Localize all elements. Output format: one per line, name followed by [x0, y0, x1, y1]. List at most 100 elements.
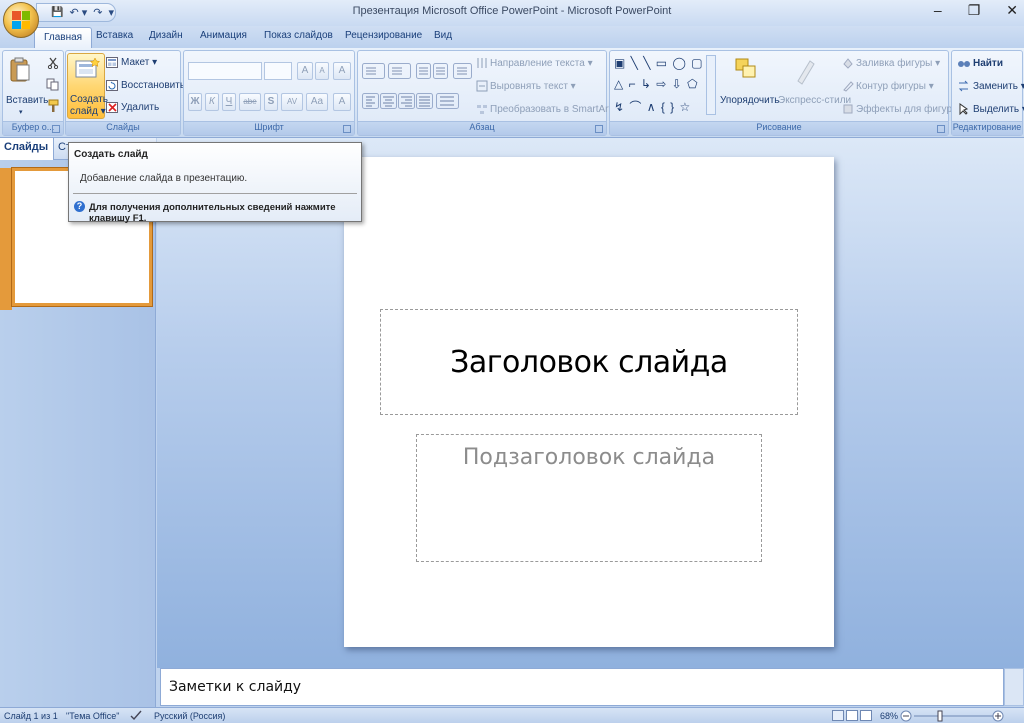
theme-status: "Тема Office"	[66, 711, 120, 721]
tab-review[interactable]: Рецензирование	[345, 30, 422, 41]
find-icon	[958, 61, 970, 67]
tooltip-divider	[73, 193, 357, 194]
shrink-font-button[interactable]: A	[315, 62, 329, 80]
align-text-icon	[476, 80, 488, 92]
paste-label[interactable]: Вставить	[6, 95, 48, 106]
tab-insert[interactable]: Вставка	[96, 30, 133, 41]
tab-slides[interactable]: Слайды	[4, 141, 48, 153]
paragraph-launcher-icon[interactable]	[595, 125, 603, 133]
select-button[interactable]: Выделить ▾	[973, 104, 1024, 115]
view-buttons-icon[interactable]	[832, 710, 872, 721]
paste-icon[interactable]	[9, 57, 31, 83]
shapes-row3[interactable]: ↯ ⌒ ∧ { } ☆	[614, 98, 691, 115]
layout-button[interactable]: Макет ▾	[121, 57, 157, 68]
italic-button[interactable]: К	[205, 93, 219, 111]
underline-button[interactable]: Ч	[222, 93, 236, 111]
quick-styles-icon	[797, 60, 815, 85]
notes-placeholder: Заметки к слайду	[169, 679, 302, 695]
shape-effects-button[interactable]: Эффекты для фигур ▾	[856, 104, 960, 115]
format-painter-icon[interactable]	[46, 99, 60, 113]
alignment-buttons-icon[interactable]	[362, 93, 472, 109]
title-bar: 💾 ↶ ▾ ↷ ▾ Презентация Microsoft Office P…	[0, 0, 1024, 38]
editing-group: Найти Заменить ▾ Выделить ▾ Редактирован…	[951, 50, 1024, 136]
convert-smartart-button[interactable]: Преобразовать в SmartArt ▾	[490, 104, 619, 115]
text-direction-button[interactable]: Направление текста ▾	[490, 58, 593, 69]
notes-pane[interactable]: Заметки к слайду	[160, 668, 1004, 706]
status-bar: Слайд 1 из 1 "Тема Office" Русский (Росс…	[0, 707, 1024, 723]
align-text-button[interactable]: Выровнять текст ▾	[490, 81, 576, 92]
tab-view[interactable]: Вид	[434, 30, 452, 41]
paste-dropdown-icon[interactable]: ▾	[19, 108, 23, 116]
tab-home[interactable]: Главная	[34, 27, 93, 49]
font-size-input[interactable]	[264, 62, 292, 80]
new-slide-icon	[75, 58, 100, 78]
font-name-input[interactable]	[188, 62, 262, 80]
font-launcher-icon[interactable]	[343, 125, 351, 133]
char-spacing-button[interactable]: AV	[281, 93, 303, 111]
clipboard-launcher-icon[interactable]	[52, 125, 60, 133]
office-logo-icon	[12, 11, 30, 29]
paragraph-group: Направление текста ▾ Выровнять текст ▾ П…	[357, 50, 619, 136]
restore-button[interactable]: ❐	[968, 2, 981, 19]
list-buttons-icon[interactable]	[362, 63, 472, 79]
ribbon: Вставить ▾ Буфер о... Создать слайд ▾ Ма…	[0, 48, 1024, 138]
delete-button[interactable]: Удалить	[121, 102, 159, 113]
slides-group: Создать слайд ▾ Макет ▾ Восстановить Уда…	[65, 50, 185, 136]
shapes-row2[interactable]: △ ⌐ ↳ ⇨ ⇩ ⬠	[614, 77, 699, 91]
zoom-slider[interactable]	[900, 710, 1004, 722]
minimize-button[interactable]: –	[934, 2, 942, 19]
shape-fill-button[interactable]: Заливка фигуры ▾	[856, 58, 940, 69]
tooltip-title: Создать слайд	[74, 149, 148, 160]
smartart-icon	[477, 105, 487, 114]
quick-styles-button[interactable]: Экспресс-стили	[778, 95, 851, 106]
window-controls: – ❐ ✕	[934, 2, 1018, 19]
slide-canvas[interactable]: Заголовок слайда Подзаголовок слайда	[344, 157, 834, 647]
strikethrough-button[interactable]: abe	[239, 93, 261, 111]
zoom-level[interactable]: 68%	[880, 711, 898, 721]
close-button[interactable]: ✕	[1006, 2, 1018, 19]
new-slide-button[interactable]: Создать слайд ▾	[67, 53, 108, 119]
font-group: A A A Ж К Ч abe S AV Aa A Шрифт	[183, 50, 355, 136]
bold-button[interactable]: Ж	[188, 93, 202, 111]
tooltip-help-text: Для получения дополнительных сведений на…	[89, 202, 336, 224]
drawing-group: ▣ ╲ ╲ ▭ ◯ ▢ △ ⌐ ↳ ⇨ ⇩ ⬠ ↯ ⌒ ∧ { } ☆ Упор…	[609, 50, 960, 136]
reset-slide-icon[interactable]	[106, 80, 118, 91]
office-button[interactable]	[3, 2, 39, 38]
shape-outline-button[interactable]: Контур фигуры ▾	[856, 81, 934, 92]
language-status[interactable]: Русский (Россия)	[154, 711, 225, 721]
shape-fill-icon	[843, 58, 853, 69]
shadow-button[interactable]: S	[264, 93, 278, 111]
drawing-launcher-icon[interactable]	[937, 125, 945, 133]
change-case-button[interactable]: Aa	[306, 93, 328, 111]
help-icon: ?	[74, 201, 85, 212]
replace-icon	[958, 80, 969, 92]
layout-icon[interactable]	[106, 57, 118, 68]
find-button[interactable]: Найти	[973, 58, 1003, 69]
subtitle-placeholder[interactable]: Подзаголовок слайда	[416, 434, 762, 562]
copy-icon[interactable]	[46, 78, 59, 91]
notes-scrollbar[interactable]	[1004, 668, 1024, 706]
spell-check-icon[interactable]	[130, 710, 142, 721]
font-color-button[interactable]: A	[333, 93, 351, 111]
arrange-button[interactable]: Упорядочить	[720, 95, 780, 106]
tab-slideshow[interactable]: Показ слайдов	[264, 30, 333, 41]
shape-effects-icon	[843, 104, 853, 114]
ribbon-tabs: Главная Вставка Дизайн Анимация Показ сл…	[0, 26, 1024, 49]
clear-format-button[interactable]: A	[333, 62, 351, 80]
text-direction-icon	[477, 58, 487, 68]
grow-font-button[interactable]: A	[297, 62, 313, 80]
tab-design[interactable]: Дизайн	[149, 30, 183, 41]
tooltip-description: Добавление слайда в презентацию.	[80, 173, 248, 184]
cut-icon[interactable]	[47, 57, 59, 69]
replace-button[interactable]: Заменить ▾	[973, 81, 1024, 92]
title-placeholder[interactable]: Заголовок слайда	[380, 309, 798, 415]
shapes-row1[interactable]: ▣ ╲ ╲ ▭ ◯ ▢	[614, 56, 704, 70]
arrange-icon	[735, 58, 756, 78]
shapes-gallery-scroll[interactable]	[706, 55, 716, 115]
editing-group-label: Редактирование	[952, 121, 1022, 135]
tab-animation[interactable]: Анимация	[200, 30, 247, 41]
delete-slide-icon[interactable]	[106, 102, 118, 113]
shape-outline-icon	[843, 81, 854, 92]
reset-button[interactable]: Восстановить	[121, 80, 185, 91]
slides-group-label: Слайды	[66, 121, 180, 135]
